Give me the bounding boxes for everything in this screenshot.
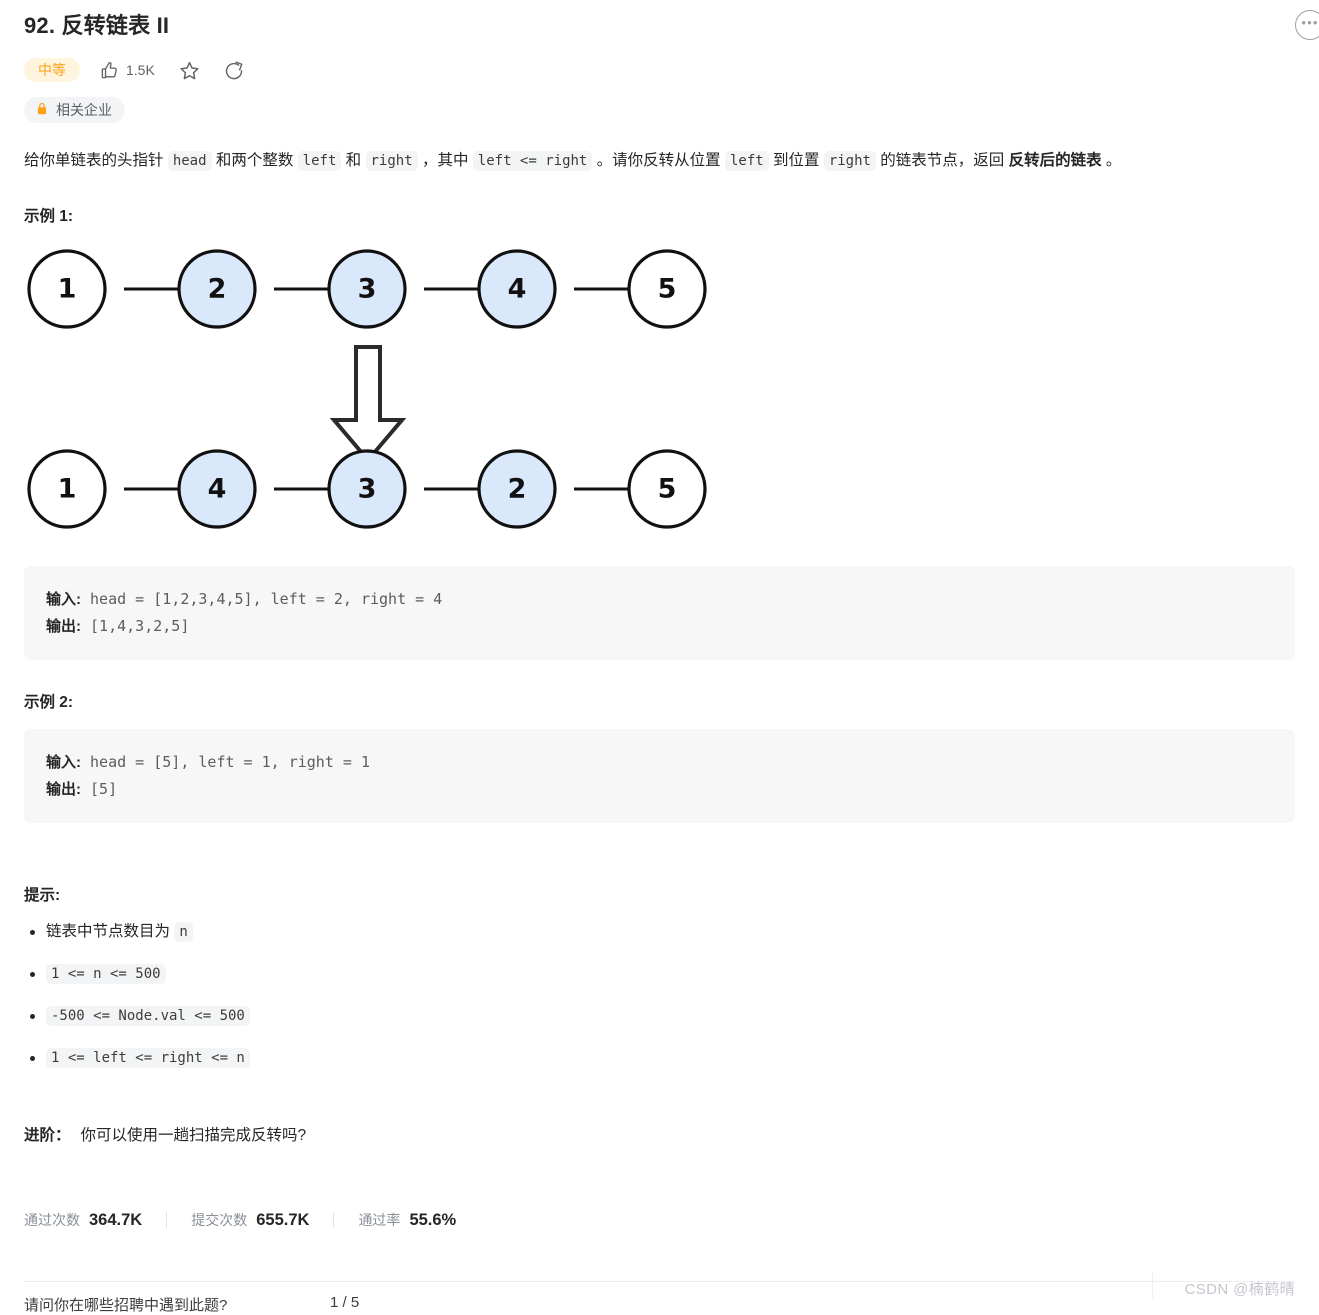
node-top-2: 3 <box>358 274 377 305</box>
stat-divider-1 <box>166 1212 168 1228</box>
survey-question: 请问你在哪些招聘中遇到此题? <box>24 1297 228 1314</box>
example-1-input-value: head = [1,2,3,4,5], left = 2, right = 4 <box>81 590 443 608</box>
stat-submissions: 提交次数 655.7K <box>191 1210 309 1230</box>
code-left-2: left <box>724 151 769 171</box>
share-icon <box>224 60 244 80</box>
hint-code-1: 1 <= n <= 500 <box>46 964 166 984</box>
company-row: 相关企业 <box>24 97 1295 123</box>
like-button[interactable]: 1.5K <box>96 61 159 80</box>
node-top-4: 5 <box>658 274 677 305</box>
stat-acceptance-rate: 通过率 55.6% <box>358 1210 456 1230</box>
watermark-divider <box>1152 1272 1153 1298</box>
hints-list: 链表中节点数目为 n 1 <= n <= 500 -500 <= Node.va… <box>24 921 1295 1069</box>
ellipsis-circle-icon[interactable]: ••• <box>1295 10 1319 40</box>
hint-code-0: n <box>174 922 193 942</box>
code-condition: left <= right <box>472 151 593 171</box>
stat-acceptance-rate-value: 55.6% <box>409 1211 457 1229</box>
followup-label: 进阶： <box>24 1127 71 1144</box>
down-block-arrow-icon <box>329 345 407 464</box>
difficulty-badge: 中等 <box>24 58 80 82</box>
node-bottom-3: 2 <box>508 474 527 505</box>
node-bottom-4: 5 <box>658 474 677 505</box>
star-icon <box>179 60 200 81</box>
title-row: 92. 反转链表 II ••• <box>24 0 1319 42</box>
stat-submissions-value: 655.7K <box>256 1211 310 1229</box>
example-2-input-value: head = [5], left = 1, right = 1 <box>81 753 370 771</box>
example-1-input-label: 输入: <box>46 591 81 608</box>
related-companies-label: 相关企业 <box>56 102 112 118</box>
thumbs-up-icon <box>100 61 119 80</box>
hint-text-0: 链表中节点数目为 <box>46 923 175 940</box>
node-top-0: 1 <box>58 274 77 305</box>
node-bottom-2: 3 <box>358 474 377 505</box>
diagram-row-bottom: 1 4 3 2 5 <box>27 449 707 529</box>
example-1-heading: 示例 1: <box>24 208 74 225</box>
code-right-2: right <box>823 151 876 171</box>
bottom-divider <box>24 1281 1295 1282</box>
example-1-block: 输入: head = [1,2,3,4,5], left = 2, right … <box>24 566 1295 660</box>
node-top-1: 2 <box>208 274 227 305</box>
example-2-output-value: [5] <box>81 780 118 798</box>
hint-item-2: -500 <= Node.val <= 500 <box>30 1005 1295 1027</box>
hint-item-3: 1 <= left <= right <= n <box>30 1047 1295 1069</box>
node-bottom-0: 1 <box>58 474 77 505</box>
hint-item-1: 1 <= n <= 500 <box>30 963 1295 985</box>
ellipsis-dots: ••• <box>1301 15 1319 30</box>
code-right: right <box>365 151 418 171</box>
stats-row: 通过次数 364.7K 提交次数 655.7K 通过率 55.6% <box>24 1210 1295 1230</box>
desc-seg-7: 的链表节点，返回 <box>875 152 1009 169</box>
share-button[interactable] <box>220 60 248 80</box>
desc-bold-tail: 反转后的链表 <box>1008 152 1102 169</box>
page-title: 92. 反转链表 II <box>24 13 170 38</box>
example-2-block: 输入: head = [5], left = 1, right = 1 输出: … <box>24 729 1295 823</box>
favorite-button[interactable] <box>175 60 204 81</box>
desc-seg-3: 和 <box>341 152 366 169</box>
hint-code-3: 1 <= left <= right <= n <box>46 1048 250 1068</box>
code-head: head <box>167 151 212 171</box>
node-top-3: 4 <box>508 274 527 305</box>
stat-accepted-label: 通过次数 <box>24 1212 80 1228</box>
desc-seg-5: 。请你反转从位置 <box>592 152 725 169</box>
lock-icon <box>35 102 49 118</box>
example-2-output-label: 输出: <box>46 781 81 798</box>
example-2-input-label: 输入: <box>46 754 81 771</box>
followup-section: 进阶： 你可以使用一趟扫描完成反转吗? <box>24 1124 1295 1148</box>
desc-seg-8: 。 <box>1101 152 1122 169</box>
linked-list-svg: 1 2 3 4 5 1 4 3 2 5 <box>27 249 707 529</box>
code-left: left <box>297 151 342 171</box>
problem-page: 92. 反转链表 II ••• 中等 1.5K 相关企业 给你单链表的头指针 h… <box>0 0 1319 1314</box>
desc-seg-2: 和两个整数 <box>211 152 298 169</box>
example-1-output-label: 输出: <box>46 618 81 635</box>
desc-seg-6: 到位置 <box>768 152 824 169</box>
stat-acceptance-rate-label: 通过率 <box>358 1212 401 1228</box>
related-companies-button[interactable]: 相关企业 <box>24 97 125 123</box>
diagram-row-top: 1 2 3 4 5 <box>27 249 707 329</box>
example-1-output-value: [1,4,3,2,5] <box>81 617 190 635</box>
problem-description: 给你单链表的头指针 head 和两个整数 left 和 right ，其中 le… <box>24 148 1295 174</box>
node-bottom-1: 4 <box>208 474 227 505</box>
hint-item-0: 链表中节点数目为 n <box>30 921 1295 943</box>
stat-accepted-value: 364.7K <box>89 1211 143 1229</box>
stat-submissions-label: 提交次数 <box>191 1212 248 1228</box>
like-count: 1.5K <box>126 62 155 78</box>
linked-list-diagram: 1 2 3 4 5 1 4 3 2 5 <box>24 244 1295 549</box>
stat-divider-2 <box>333 1212 335 1228</box>
example-2-heading: 示例 2: <box>24 694 74 711</box>
hints-heading: 提示: <box>24 887 61 904</box>
csdn-watermark: CSDN @楠鹤晴 <box>1184 1281 1295 1298</box>
survey-pager: 1 / 5 <box>330 1294 360 1311</box>
desc-seg-1: 给你单链表的头指针 <box>24 152 168 169</box>
meta-row: 中等 1.5K <box>24 55 1295 85</box>
followup-text: 你可以使用一趟扫描完成反转吗? <box>80 1127 307 1144</box>
hint-code-2: -500 <= Node.val <= 500 <box>46 1006 250 1026</box>
desc-seg-4: ，其中 <box>417 152 473 169</box>
stat-accepted: 通过次数 364.7K <box>24 1210 142 1230</box>
